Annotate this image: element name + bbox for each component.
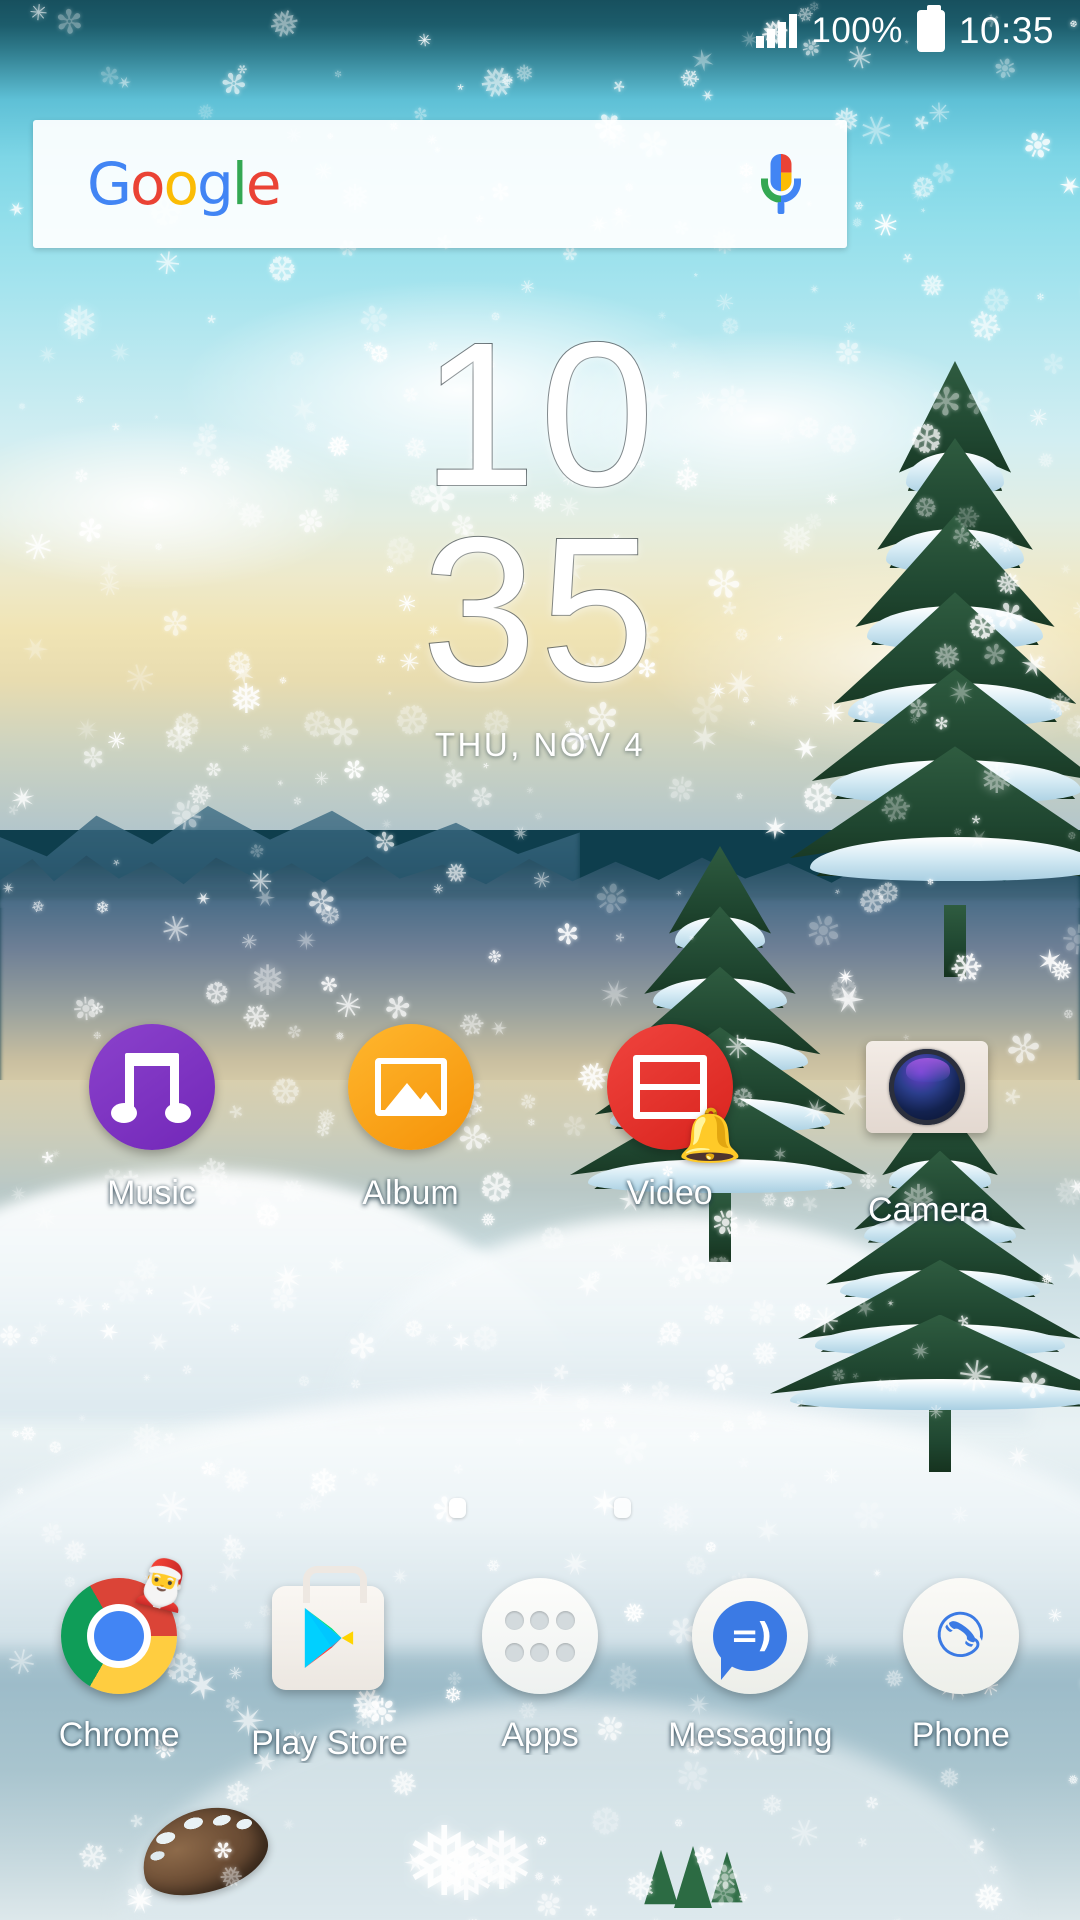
- app-icon-album[interactable]: Album: [316, 1024, 506, 1230]
- app-label-video: Video: [626, 1174, 713, 1212]
- app-icon-camera[interactable]: Camera: [834, 1024, 1024, 1230]
- camera-lens-icon: [865, 1041, 988, 1133]
- logo-letter: g: [196, 150, 234, 218]
- dock-label-messaging: Messaging: [668, 1716, 833, 1754]
- signal-bars-icon: [756, 14, 798, 48]
- app-label-camera: Camera: [868, 1191, 989, 1229]
- dock-label-play-store: Play Store: [251, 1724, 408, 1762]
- dock-item-messaging[interactable]: =) Messaging: [655, 1578, 845, 1763]
- music-note-icon: [88, 1024, 215, 1150]
- logo-letter: l: [231, 150, 248, 218]
- logo-letter: e: [245, 150, 282, 218]
- dock-item-phone[interactable]: ✆ Phone: [866, 1578, 1056, 1763]
- battery-full-icon: [916, 5, 945, 52]
- microphone-icon[interactable]: [749, 148, 813, 220]
- phone-icon-wrap: ✆: [902, 1578, 1019, 1694]
- logo-letter: G: [87, 150, 132, 218]
- page-dot[interactable]: [614, 1498, 631, 1518]
- phone-handset-icon: ✆: [902, 1578, 1019, 1694]
- dock: 🎅 Chrome Play Store Apps =) Messaging ✆ …: [0, 1551, 1080, 1763]
- dock-label-chrome: Chrome: [58, 1716, 180, 1754]
- music-icon-wrap: [88, 1024, 215, 1150]
- app-drawer-icon-wrap: [481, 1578, 598, 1694]
- status-bar-clock: 10:35: [958, 10, 1054, 51]
- page-indicator: [0, 1498, 1080, 1518]
- play-store-icon-wrap: [271, 1566, 388, 1702]
- play-store-icon: [271, 1566, 384, 1690]
- app-icon-music[interactable]: Music: [57, 1024, 247, 1230]
- smiley-face-glyph: =): [730, 1616, 772, 1656]
- photo-icon: [347, 1024, 474, 1150]
- dock-label-apps: Apps: [501, 1716, 579, 1754]
- dock-item-chrome[interactable]: 🎅 Chrome: [24, 1551, 214, 1763]
- messaging-icon-wrap: =): [692, 1578, 809, 1694]
- status-bar: 100% 10:35: [0, 0, 1080, 62]
- christmas-bells-decoration: 🔔: [677, 1107, 743, 1165]
- video-icon-wrap: 🔔: [606, 1024, 743, 1165]
- app-drawer-icon: [481, 1578, 598, 1694]
- app-label-album: Album: [362, 1174, 459, 1212]
- logo-letter: o: [129, 150, 165, 218]
- app-label-music: Music: [107, 1174, 196, 1212]
- camera-icon-wrap: [865, 1041, 992, 1167]
- album-icon-wrap: [347, 1024, 474, 1150]
- dock-label-phone: Phone: [911, 1716, 1010, 1754]
- handset-glyph: ✆: [922, 1594, 999, 1677]
- google-search-widget[interactable]: Google: [33, 120, 847, 248]
- app-grid: Music Album 🔔 Video Camera: [0, 1024, 1080, 1230]
- message-bubble-icon: =): [692, 1578, 809, 1694]
- logo-letter: o: [163, 150, 198, 218]
- mini-pine-trees-decoration: [640, 1830, 760, 1908]
- app-icon-video[interactable]: 🔔 Video: [575, 1024, 765, 1230]
- chrome-icon-wrap: 🎅: [61, 1551, 197, 1694]
- battery-percent-label: 100%: [811, 11, 903, 50]
- google-logo: Google: [87, 150, 282, 218]
- dock-item-apps[interactable]: Apps: [445, 1578, 635, 1763]
- page-dot-active[interactable]: [449, 1498, 466, 1518]
- dock-item-play-store[interactable]: Play Store: [235, 1566, 425, 1763]
